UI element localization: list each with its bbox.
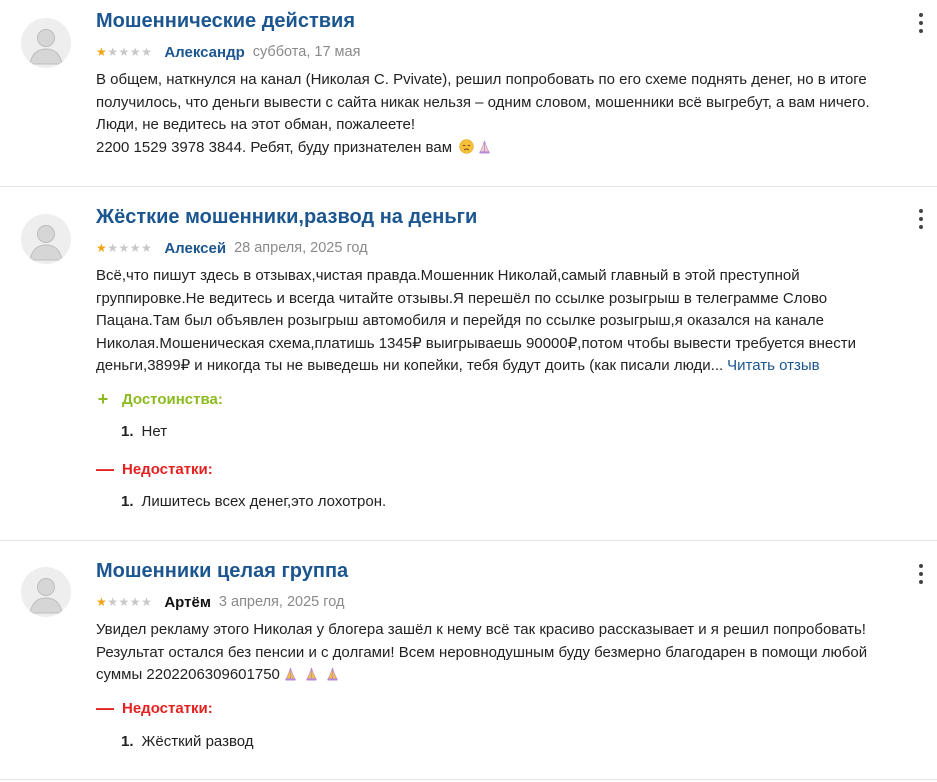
review-date: суббота, 17 мая bbox=[252, 44, 361, 60]
star-icon: ★ bbox=[129, 45, 142, 59]
review-text-content: 2200 1529 3978 3844. Ребят, буду признат… bbox=[96, 138, 453, 156]
cons-label: Недостатки: bbox=[122, 460, 213, 478]
star-icon: ★ bbox=[118, 595, 130, 609]
kebab-dot-icon bbox=[919, 225, 923, 229]
review-meta: ★ ★ ★ ★ ★ Алексей 28 апреля, 2025 год bbox=[96, 239, 368, 257]
pros-text: Нет bbox=[141, 422, 168, 440]
review-date: 3 апреля, 2025 год bbox=[218, 594, 345, 610]
rating-stars: ★ ★ ★ ★ ★ bbox=[96, 242, 152, 254]
review-text-line: 2200 1529 3978 3844. Ребят, буду признат… bbox=[96, 137, 911, 160]
star-icon: ★ bbox=[96, 45, 108, 59]
star-icon: ★ bbox=[107, 595, 119, 609]
folded-hands-emoji bbox=[327, 667, 338, 681]
review-text-line: группировке.Не ведитесь и всегда читайте… bbox=[96, 289, 828, 307]
review-text-line: Увидел рекламу этого Николая у блогера з… bbox=[96, 621, 866, 638]
rating-stars: ★ ★ ★ ★ ★ bbox=[96, 596, 152, 608]
review-text-line: Результат остался без пенсии и с долгами… bbox=[96, 643, 868, 661]
pros-list-item: 1. Нет bbox=[121, 421, 167, 441]
list-number: 1. bbox=[121, 422, 134, 440]
cons-list-item: 1. Лишитесь всех денег,это лохотрон. bbox=[121, 491, 386, 511]
kebab-dot-icon bbox=[919, 13, 923, 17]
author-name[interactable]: Артём bbox=[164, 594, 211, 611]
review-title[interactable]: Мошенники целая группа bbox=[96, 560, 348, 583]
avatar[interactable] bbox=[21, 18, 71, 68]
more-options-button[interactable] bbox=[915, 209, 927, 229]
star-icon: ★ bbox=[96, 241, 108, 255]
list-number: 1. bbox=[121, 492, 134, 510]
star-icon: ★ bbox=[118, 241, 130, 255]
star-icon: ★ bbox=[141, 595, 153, 609]
author-name[interactable]: Александр bbox=[164, 44, 244, 61]
review-text-line: Люди, не ведитесь на этот обман, пожалее… bbox=[96, 116, 416, 133]
kebab-dot-icon bbox=[919, 21, 923, 25]
review-meta: ★ ★ ★ ★ ★ Артём 3 апреля, 2025 год bbox=[96, 593, 344, 611]
review-title[interactable]: Жёсткие мошенники,развод на деньги bbox=[96, 206, 477, 229]
review-text-content: деньги,3899₽ и никогда ты не выведешь ни… bbox=[96, 357, 724, 374]
cons-label: Недостатки: bbox=[122, 699, 213, 717]
cons-text: Лишитесь всех денег,это лохотрон. bbox=[141, 492, 387, 510]
review-meta: ★ ★ ★ ★ ★ Александр суббота, 17 мая bbox=[96, 43, 360, 61]
review-date: 28 апреля, 2025 год bbox=[234, 240, 368, 256]
review-text-line: деньги,3899₽ и никогда ты не выведешь ни… bbox=[96, 355, 911, 378]
kebab-dot-icon bbox=[919, 564, 923, 568]
divider bbox=[0, 779, 937, 780]
star-icon: ★ bbox=[141, 45, 153, 59]
cons-heading: — Недостатки: bbox=[96, 698, 213, 718]
star-icon: ★ bbox=[129, 241, 142, 255]
more-options-button[interactable] bbox=[915, 564, 927, 584]
review-text-line: получилось, что деньги вывести с сайта н… bbox=[96, 93, 870, 111]
star-icon: ★ bbox=[129, 595, 142, 609]
folded-hands-emoji bbox=[479, 140, 490, 153]
avatar[interactable] bbox=[21, 567, 71, 617]
folded-hands-emoji bbox=[306, 667, 317, 681]
read-more-link[interactable]: Читать отзыв bbox=[727, 357, 819, 374]
review-text: Всё,что пишут здесь в отзывах,чистая пра… bbox=[96, 265, 911, 378]
minus-icon: — bbox=[96, 459, 114, 479]
plus-icon: + bbox=[97, 389, 109, 409]
star-icon: ★ bbox=[107, 45, 119, 59]
review-text-line: суммы 2202206309601750 bbox=[96, 664, 911, 687]
star-icon: ★ bbox=[107, 241, 119, 255]
kebab-dot-icon bbox=[919, 572, 923, 576]
review-text: В общем, наткнулся на канал (Николая С. … bbox=[96, 69, 911, 159]
review-text-line: Всё,что пишут здесь в отзывах,чистая пра… bbox=[96, 267, 800, 284]
user-avatar-icon bbox=[29, 578, 63, 614]
minus-icon: — bbox=[96, 698, 114, 718]
review-text: Увидел рекламу этого Николая у блогера з… bbox=[96, 619, 911, 687]
list-number: 1. bbox=[121, 732, 134, 750]
review-title[interactable]: Мошеннические действия bbox=[96, 10, 355, 33]
avatar[interactable] bbox=[21, 214, 71, 264]
pros-heading: + Достоинства: bbox=[96, 389, 223, 409]
star-icon: ★ bbox=[96, 595, 108, 609]
rating-stars: ★ ★ ★ ★ ★ bbox=[96, 46, 152, 58]
kebab-dot-icon bbox=[919, 29, 923, 33]
kebab-dot-icon bbox=[919, 209, 923, 213]
review-text-line: Николая.Мошеническая схема,платишь 1345₽… bbox=[96, 334, 856, 352]
review-text-content: суммы 2202206309601750 bbox=[96, 666, 280, 683]
divider bbox=[0, 540, 937, 541]
disappointed-face-emoji bbox=[459, 138, 474, 154]
pros-label: Достоинства: bbox=[122, 390, 223, 408]
more-options-button[interactable] bbox=[915, 13, 927, 33]
cons-heading: — Недостатки: bbox=[96, 459, 213, 479]
kebab-dot-icon bbox=[919, 217, 923, 221]
kebab-dot-icon bbox=[919, 580, 923, 584]
star-icon: ★ bbox=[118, 45, 130, 59]
cons-text: Жёсткий развод bbox=[141, 732, 254, 750]
user-avatar-icon bbox=[29, 225, 63, 261]
review-text-line: Пацана.Там был объявлен розыгрыш автомоб… bbox=[96, 312, 824, 329]
star-icon: ★ bbox=[141, 241, 153, 255]
review-text-line: В общем, наткнулся на канал (Николая С. … bbox=[96, 71, 867, 88]
cons-list-item: 1. Жёсткий развод bbox=[121, 731, 254, 751]
folded-hands-emoji bbox=[285, 667, 296, 681]
author-name[interactable]: Алексей bbox=[164, 240, 226, 257]
user-avatar-icon bbox=[29, 29, 63, 65]
divider bbox=[0, 186, 937, 187]
